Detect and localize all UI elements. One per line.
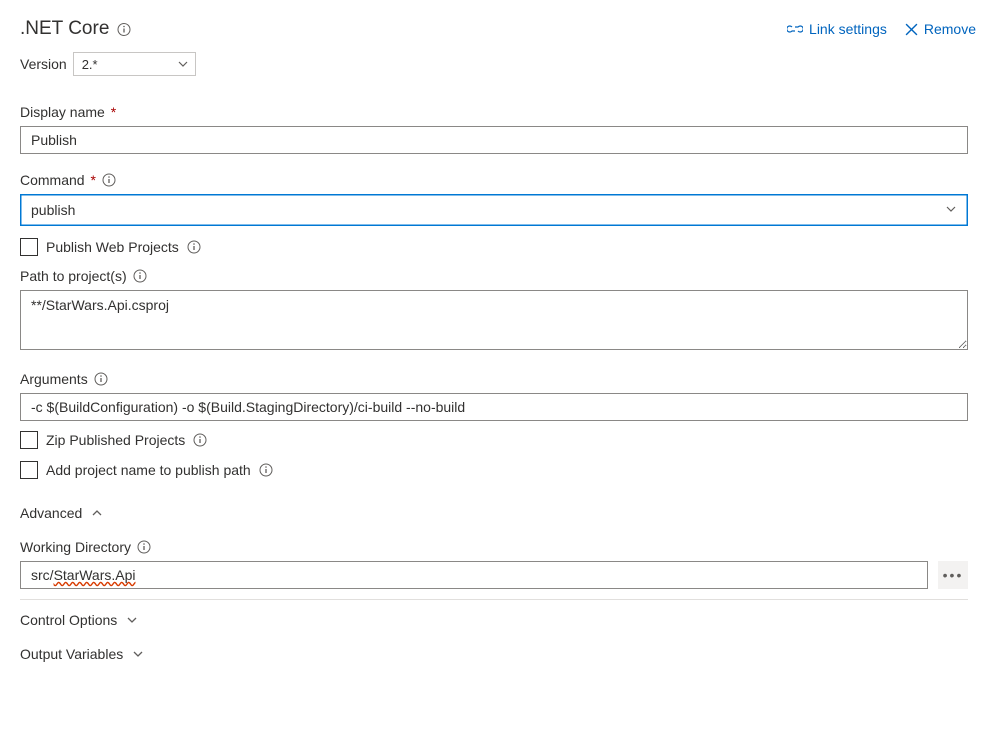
working-directory-label: Working Directory xyxy=(20,539,131,555)
path-to-projects-input[interactable] xyxy=(20,290,968,350)
browse-button[interactable]: ••• xyxy=(938,561,968,589)
advanced-title: Advanced xyxy=(20,505,82,521)
display-name-label: Display name * xyxy=(20,104,116,120)
path-to-projects-label: Path to project(s) xyxy=(20,268,127,284)
publish-web-projects-checkbox[interactable] xyxy=(20,238,38,256)
info-icon[interactable] xyxy=(259,463,273,477)
chevron-down-icon xyxy=(126,614,138,626)
info-icon[interactable] xyxy=(117,22,131,36)
command-label: Command * xyxy=(20,172,96,188)
remove-button[interactable]: Remove xyxy=(905,21,976,37)
zip-published-label: Zip Published Projects xyxy=(46,432,185,448)
advanced-section-toggle[interactable]: Advanced xyxy=(20,483,968,521)
working-directory-input[interactable]: src/StarWars.Api xyxy=(20,561,928,589)
link-settings-label: Link settings xyxy=(809,21,887,37)
info-icon[interactable] xyxy=(193,433,207,447)
display-name-input[interactable] xyxy=(20,126,968,154)
publish-web-projects-label: Publish Web Projects xyxy=(46,239,179,255)
arguments-input[interactable] xyxy=(20,393,968,421)
info-icon[interactable] xyxy=(94,372,108,386)
info-icon[interactable] xyxy=(137,540,151,554)
info-icon[interactable] xyxy=(133,269,147,283)
output-variables-title: Output Variables xyxy=(20,646,123,662)
arguments-label: Arguments xyxy=(20,371,88,387)
version-select[interactable]: 2.* xyxy=(73,52,196,76)
info-icon[interactable] xyxy=(187,240,201,254)
chevron-down-icon xyxy=(132,648,144,660)
version-value: 2.* xyxy=(82,57,98,72)
remove-label: Remove xyxy=(924,21,976,37)
control-options-title: Control Options xyxy=(20,612,117,628)
header-actions: Link settings Remove xyxy=(787,21,976,37)
chevron-up-icon xyxy=(91,507,103,519)
command-select[interactable]: publish xyxy=(20,194,968,226)
add-project-name-label: Add project name to publish path xyxy=(46,462,251,478)
chevron-down-icon xyxy=(945,202,957,218)
control-options-toggle[interactable]: Control Options xyxy=(20,599,968,628)
output-variables-toggle[interactable]: Output Variables xyxy=(20,628,968,662)
info-icon[interactable] xyxy=(102,173,116,187)
title-block: .NET Core xyxy=(20,18,131,40)
add-project-name-checkbox[interactable] xyxy=(20,461,38,479)
zip-published-checkbox[interactable] xyxy=(20,431,38,449)
version-label: Version xyxy=(20,56,67,72)
command-value: publish xyxy=(31,202,75,218)
link-settings-button[interactable]: Link settings xyxy=(787,21,887,37)
page-title: .NET Core xyxy=(20,18,109,40)
chevron-down-icon xyxy=(177,58,189,70)
